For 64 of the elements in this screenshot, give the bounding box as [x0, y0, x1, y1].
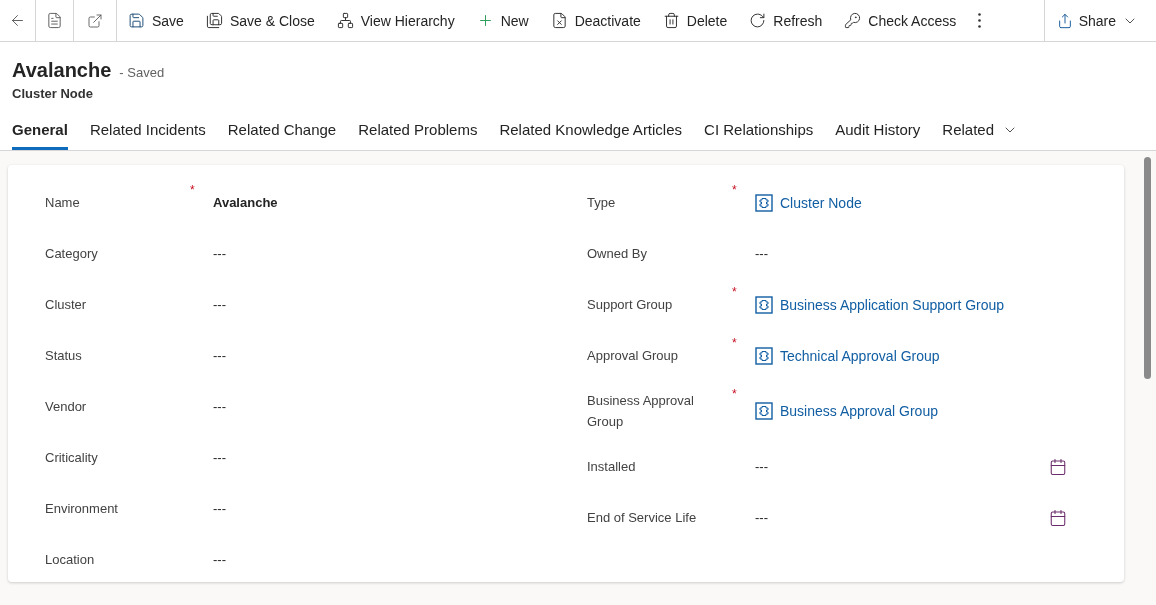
save-icon	[128, 12, 145, 29]
save-status: - Saved	[119, 65, 165, 80]
field-value: ---	[213, 297, 227, 312]
field-label: Status	[45, 347, 83, 365]
required-asterisk: *	[732, 387, 738, 401]
record-icon	[755, 193, 773, 212]
tab[interactable]: Related Knowledge Articles	[499, 117, 683, 150]
field-value: ---	[213, 348, 227, 363]
field-value: Avalanche	[213, 195, 279, 210]
record-title: Avalanche	[12, 59, 112, 82]
required-asterisk: *	[732, 183, 738, 197]
field-label: Vendor	[45, 398, 88, 416]
entity-name: Cluster Node	[12, 86, 94, 101]
tab[interactable]: Related	[942, 117, 1018, 150]
tab[interactable]: General	[12, 117, 68, 150]
field-label: Business Approval Group	[587, 392, 695, 431]
lookup-link[interactable]: Cluster Node	[755, 193, 1087, 212]
required-asterisk: *	[732, 285, 738, 299]
field-value: ---	[213, 246, 227, 261]
field-label: Location	[45, 551, 96, 569]
tab[interactable]: Related Change	[227, 117, 337, 150]
field-label: Name	[45, 194, 81, 212]
field-label: Type	[587, 194, 617, 212]
tab[interactable]: CI Relationships	[704, 117, 814, 150]
field-value: ---	[213, 399, 227, 414]
share-icon	[1056, 12, 1073, 29]
tab[interactable]: Related Incidents	[89, 117, 206, 150]
field-value: ---	[755, 459, 768, 474]
hierarchy-icon	[336, 12, 354, 29]
lookup-link[interactable]: Technical Approval Group	[755, 346, 1087, 365]
trash-icon	[662, 12, 680, 29]
tab[interactable]: Related Problems	[358, 117, 478, 150]
field-label: Owned By	[587, 245, 648, 263]
field-label: Criticality	[45, 449, 99, 467]
field-label: Environment	[45, 500, 119, 518]
field-label: Cluster	[45, 296, 88, 314]
field-label: Installed	[587, 458, 637, 476]
field-value: ---	[213, 450, 227, 465]
scrollbar-thumb[interactable]	[1144, 157, 1151, 379]
calendar-icon[interactable]	[1049, 508, 1067, 527]
record-icon	[755, 295, 773, 314]
lookup-link[interactable]: Business Application Support Group	[755, 295, 1087, 314]
record-icon	[755, 346, 773, 365]
field-value: ---	[755, 246, 769, 261]
required-asterisk: *	[190, 183, 196, 197]
field-label: Approval Group	[587, 347, 680, 365]
field-label: Category	[45, 245, 99, 263]
field-value: ---	[213, 501, 227, 516]
calendar-icon[interactable]	[1049, 457, 1067, 476]
field-value: ---	[213, 552, 227, 567]
key-icon	[844, 12, 862, 29]
open-external-icon	[87, 12, 103, 29]
field-label: Support Group	[587, 296, 674, 314]
tab[interactable]: Audit History	[835, 117, 921, 150]
refresh-icon	[749, 12, 767, 29]
record-icon	[755, 402, 773, 420]
field-label: End of Service Life	[587, 509, 698, 527]
save-all-icon	[205, 12, 223, 29]
required-asterisk: *	[732, 336, 738, 350]
field-value: ---	[755, 510, 768, 525]
document-icon	[46, 12, 63, 29]
document-x-icon	[550, 12, 568, 29]
more-icon	[978, 13, 982, 28]
lookup-link[interactable]: Business Approval Group	[755, 402, 1087, 420]
